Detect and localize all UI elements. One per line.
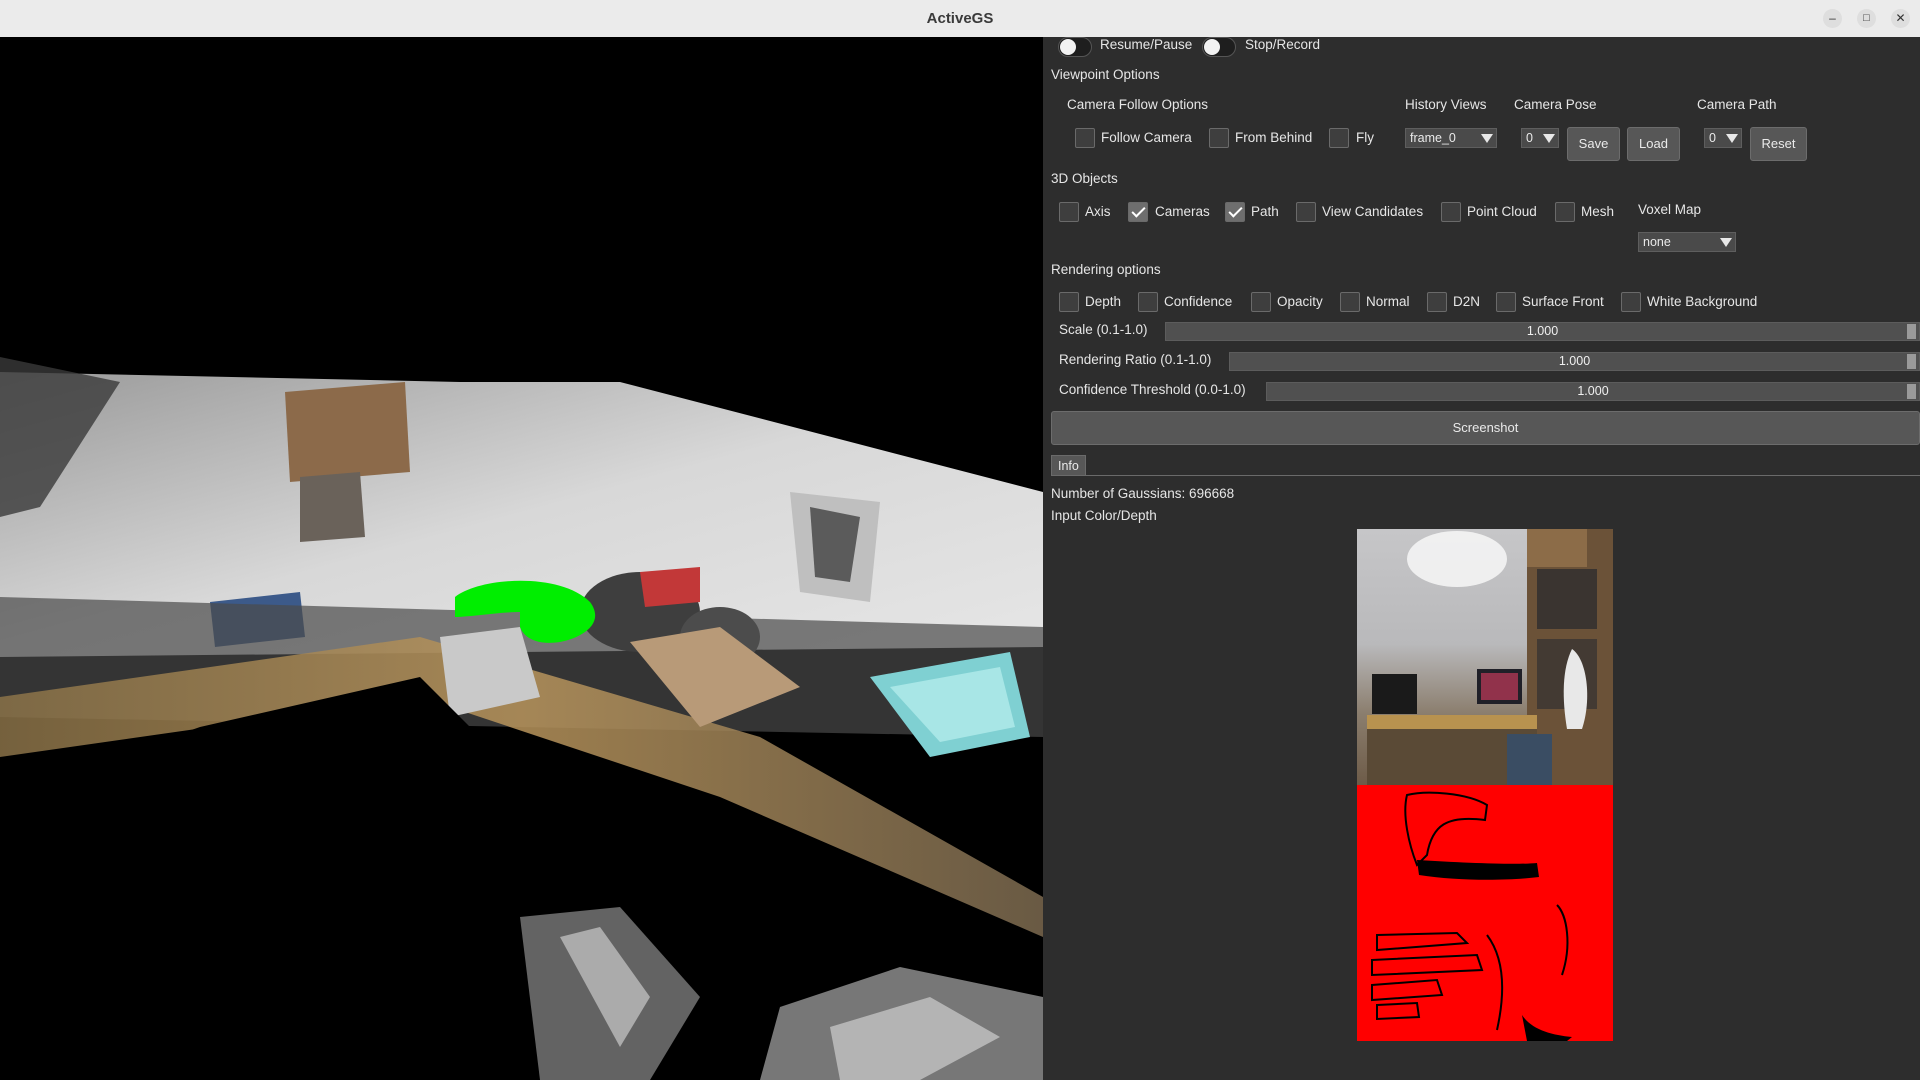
close-icon[interactable]: ✕ [1891,9,1910,28]
confidence-checkbox[interactable] [1138,292,1158,312]
rendering-options-heading: Rendering options [1051,262,1161,277]
confidence-label: Confidence [1164,294,1233,309]
mesh-checkbox[interactable] [1555,202,1575,222]
input-color-image [1357,529,1613,785]
cameras-label: Cameras [1155,204,1210,219]
3d-viewport[interactable] [0,37,1043,1080]
chevron-down-icon [1720,238,1732,247]
path-checkbox[interactable] [1225,202,1245,222]
depth-checkbox[interactable] [1059,292,1079,312]
confidence-threshold-slider[interactable]: 1.000 [1266,382,1920,401]
fly-label: Fly [1356,130,1374,145]
chevron-down-icon [1481,134,1493,143]
surface-front-checkbox[interactable] [1496,292,1516,312]
tab-divider [1051,475,1920,476]
history-views-value: frame_0 [1410,131,1456,145]
confidence-threshold-label: Confidence Threshold (0.0-1.0) [1059,382,1246,397]
opacity-label: Opacity [1277,294,1323,309]
resume-pause-toggle[interactable] [1058,37,1092,57]
scale-slider-label: Scale (0.1-1.0) [1059,322,1148,337]
gaussian-scene-render [0,37,1043,1080]
slider-handle[interactable] [1907,384,1916,399]
surface-front-label: Surface Front [1522,294,1604,309]
opacity-checkbox[interactable] [1251,292,1271,312]
follow-camera-checkbox[interactable] [1075,128,1095,148]
view-candidates-label: View Candidates [1322,204,1424,219]
white-background-label: White Background [1647,294,1758,309]
white-background-checkbox[interactable] [1621,292,1641,312]
from-behind-checkbox[interactable] [1209,128,1229,148]
history-views-header: History Views [1405,97,1487,112]
chevron-down-icon [1726,134,1738,143]
mesh-label: Mesh [1581,204,1615,219]
minimize-icon[interactable]: – [1823,9,1842,28]
path-label: Path [1251,204,1279,219]
slider-handle[interactable] [1907,354,1916,369]
input-color-depth-label: Input Color/Depth [1051,508,1157,523]
voxel-map-dropdown[interactable]: none [1638,232,1736,252]
follow-camera-label: Follow Camera [1101,130,1192,145]
confidence-threshold-value: 1.000 [1577,384,1609,398]
stop-record-toggle[interactable] [1202,37,1236,57]
camera-path-dropdown[interactable]: 0 [1704,128,1742,148]
axis-checkbox[interactable] [1059,202,1079,222]
history-views-dropdown[interactable]: frame_0 [1405,128,1497,148]
scale-slider-value: 1.000 [1526,324,1559,338]
load-pose-button[interactable]: Load [1627,127,1680,161]
voxel-map-header: Voxel Map [1638,202,1702,217]
voxel-map-value: none [1643,235,1671,249]
depth-label: Depth [1085,294,1122,309]
camera-pose-header: Camera Pose [1514,97,1597,112]
cameras-checkbox[interactable] [1128,202,1148,222]
gaussian-count: Number of Gaussians: 696668 [1051,486,1235,501]
rendering-ratio-label: Rendering Ratio (0.1-1.0) [1059,352,1212,367]
point-cloud-label: Point Cloud [1467,204,1537,219]
slider-handle[interactable] [1907,324,1916,339]
screenshot-button[interactable]: Screenshot [1051,411,1920,445]
from-behind-label: From Behind [1235,130,1313,145]
normal-checkbox[interactable] [1340,292,1360,312]
camera-follow-options-header: Camera Follow Options [1067,97,1209,112]
axis-label: Axis [1085,204,1111,219]
camera-path-header: Camera Path [1697,97,1777,112]
camera-path-value: 0 [1709,131,1716,145]
tab-info[interactable]: Info [1051,455,1086,476]
view-candidates-checkbox[interactable] [1296,202,1316,222]
title-bar: ActiveGS – □ ✕ [0,0,1920,38]
chevron-down-icon [1543,134,1555,143]
resume-pause-label: Resume/Pause [1100,37,1193,52]
rendering-ratio-slider[interactable]: 1.000 [1229,352,1920,371]
scale-slider[interactable]: 1.000 [1165,322,1920,341]
input-depth-image [1357,785,1613,1041]
stop-record-label: Stop/Record [1245,37,1321,52]
point-cloud-checkbox[interactable] [1441,202,1461,222]
save-pose-button[interactable]: Save [1567,127,1620,161]
window-title: ActiveGS [926,10,994,27]
maximize-icon[interactable]: □ [1857,9,1876,28]
camera-pose-dropdown[interactable]: 0 [1521,128,1559,148]
normal-label: Normal [1366,294,1410,309]
fly-checkbox[interactable] [1329,128,1349,148]
d2n-checkbox[interactable] [1427,292,1447,312]
viewpoint-options-heading: Viewpoint Options [1051,67,1160,82]
reset-path-button[interactable]: Reset [1750,127,1807,161]
d2n-label: D2N [1453,294,1481,309]
3d-objects-heading: 3D Objects [1051,171,1118,186]
camera-pose-value: 0 [1526,131,1533,145]
rendering-ratio-value: 1.000 [1558,354,1591,368]
